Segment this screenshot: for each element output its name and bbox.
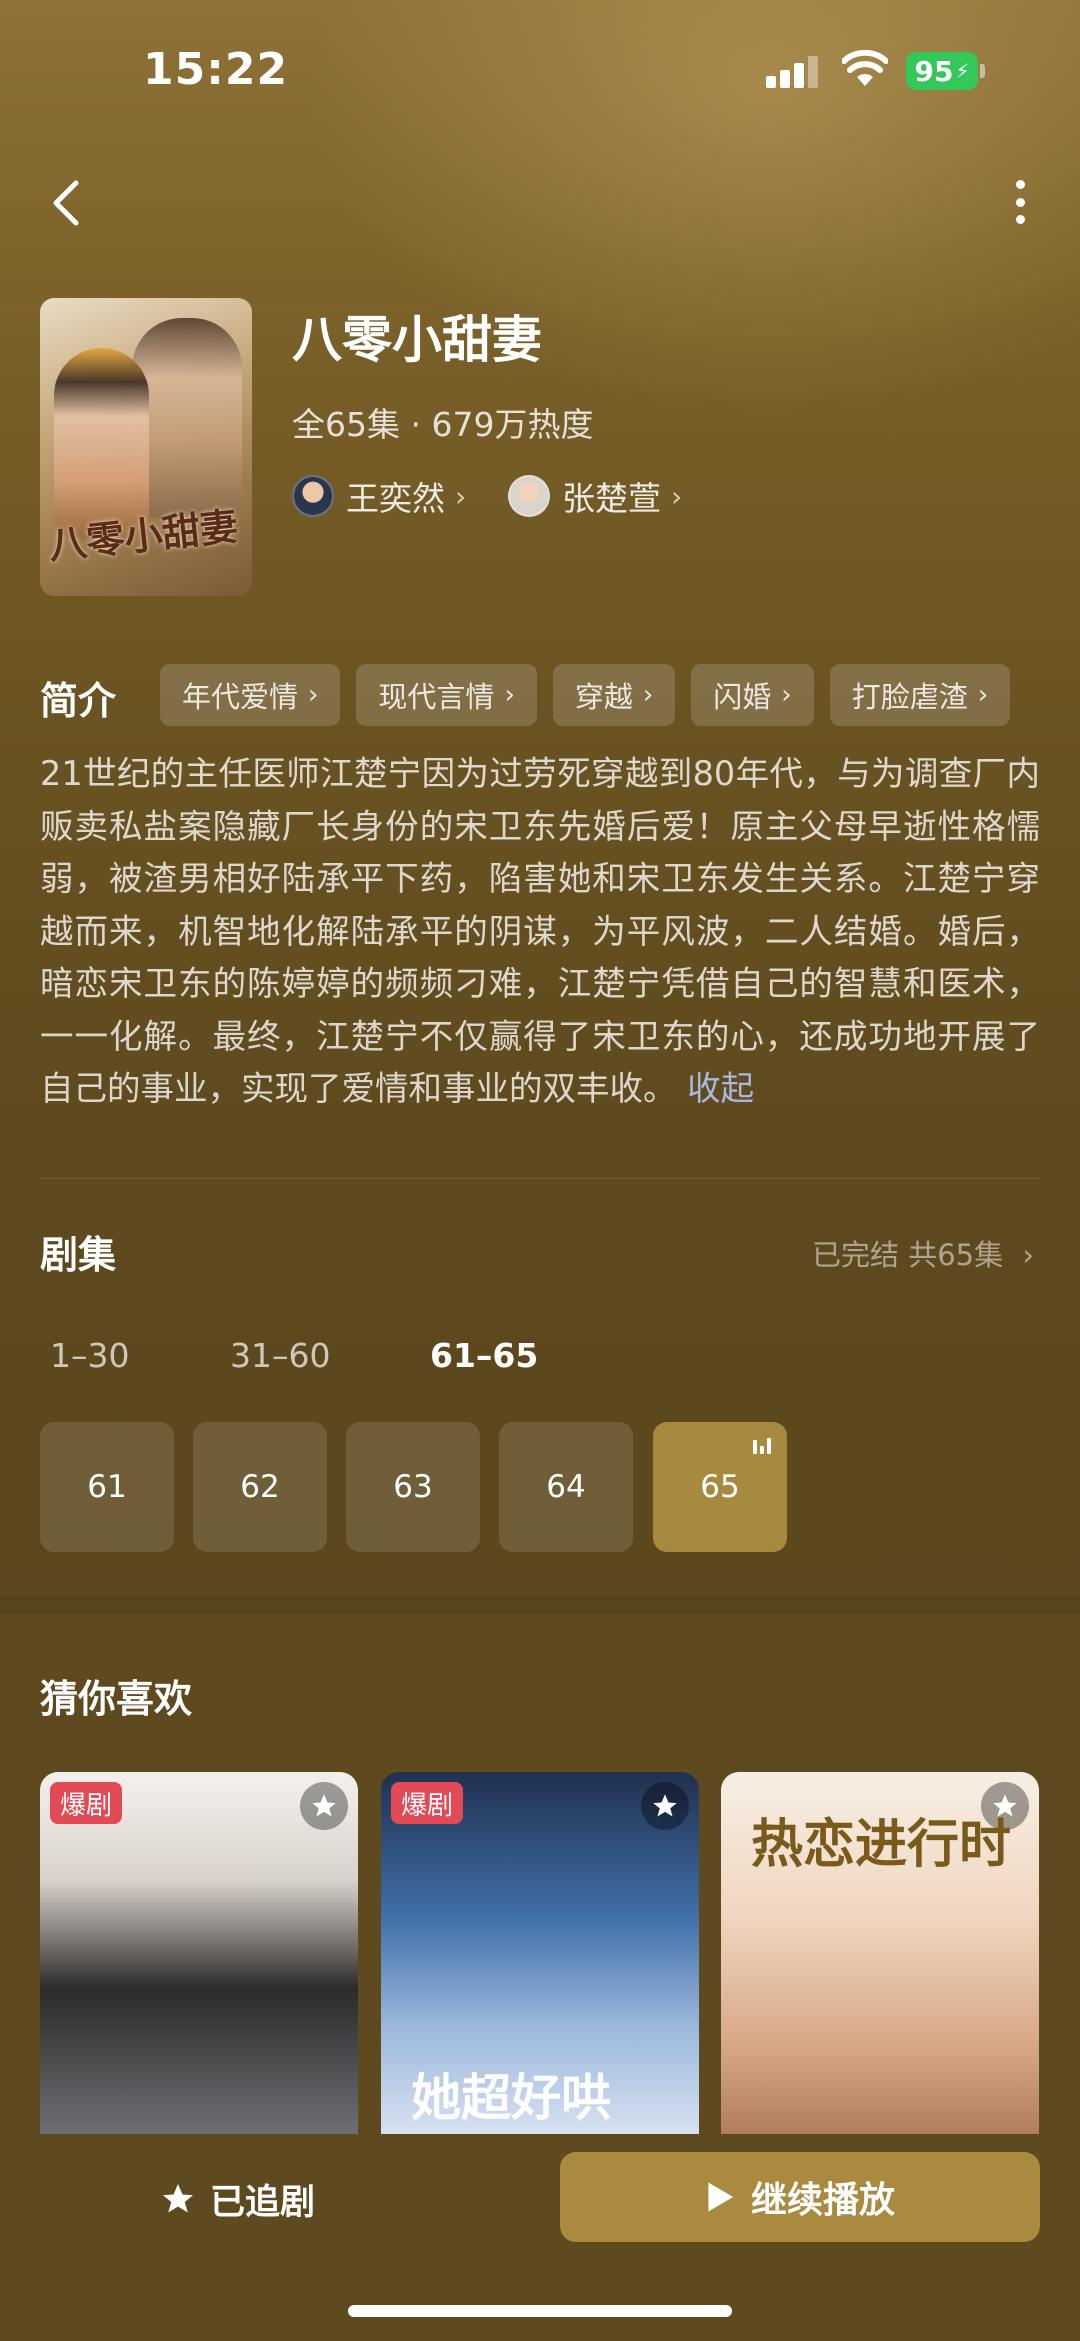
chevron-right-icon: ›	[504, 680, 515, 710]
dot	[1015, 215, 1025, 224]
card-title: 热恋进行时	[751, 1814, 1012, 1875]
followed-button[interactable]: 已追剧	[160, 2162, 315, 2236]
genre-tag[interactable]: 现代言情 ›	[356, 664, 537, 726]
favorite-star-icon[interactable]	[641, 1782, 689, 1830]
episodes-status: 已完结 共65集	[812, 1238, 1004, 1272]
episode-button[interactable]: 64	[499, 1422, 633, 1552]
continue-play-label: 继续播放	[750, 2180, 895, 2221]
genre-tag[interactable]: 打脸虐渣 ›	[829, 664, 1011, 726]
status-time: 15:22	[143, 44, 289, 95]
episode-number: 64	[546, 1469, 586, 1505]
home-indicator[interactable]	[348, 2305, 732, 2317]
hot-badge: 爆剧	[391, 1782, 464, 1824]
cellular-signal-icon	[766, 56, 820, 88]
show-meta: 全65集 · 679万热度	[292, 405, 594, 444]
now-playing-icon	[753, 1438, 771, 1454]
actor-name: 王奕然	[346, 479, 445, 518]
recommend-card[interactable]: 爆剧	[40, 1772, 358, 2134]
synopsis-body: 21世纪的主任医师江楚宁因为过劳死穿越到80年代，与为调查厂内贩卖私盐案隐藏厂长…	[40, 754, 1040, 1108]
wifi-icon	[841, 49, 889, 88]
back-button[interactable]	[40, 168, 90, 238]
recommend-card[interactable]: 爆剧 她超好哄	[381, 1772, 699, 2134]
episode-button-playing[interactable]: 65	[653, 1422, 787, 1552]
actor-name: 张楚萱	[562, 479, 661, 518]
chevron-right-icon: ›	[308, 680, 319, 710]
divider	[40, 1178, 1040, 1179]
range-tab[interactable]: 31–60	[230, 1336, 330, 1375]
actor-avatar	[292, 475, 334, 517]
range-tab[interactable]: 1–30	[50, 1336, 130, 1375]
chevron-right-icon: ›	[977, 680, 989, 710]
episode-number: 65	[700, 1469, 740, 1505]
recommend-heading: 猜你喜欢	[40, 1677, 193, 1721]
collapse-link[interactable]: 收起	[687, 1069, 754, 1108]
show-poster: 八零小甜妻	[40, 298, 252, 596]
more-options-button[interactable]	[1000, 172, 1040, 232]
recommend-card[interactable]: 热恋进行时	[721, 1772, 1039, 2134]
chevron-right-icon: ›	[1022, 1238, 1034, 1272]
battery-cap	[980, 64, 985, 78]
genre-tag[interactable]: 闪婚 ›	[691, 664, 814, 726]
episode-button[interactable]: 63	[346, 1422, 480, 1552]
actor-link-2[interactable]: 张楚萱 ›	[508, 472, 682, 520]
play-icon	[708, 2182, 734, 2212]
synopsis-text: 21世纪的主任医师江楚宁因为过劳死穿越到80年代，与为调查厂内贩卖私盐案隐藏厂长…	[40, 748, 1040, 1116]
dot	[1015, 180, 1025, 189]
episodes-status-link[interactable]: 已完结 共65集 ›	[812, 1232, 1034, 1274]
range-tab-active[interactable]: 61–65	[430, 1336, 538, 1375]
battery-level: 95	[914, 54, 954, 88]
episodes-heading: 剧集	[40, 1233, 117, 1277]
chevron-right-icon: ›	[455, 479, 467, 513]
show-title: 八零小甜妻	[292, 311, 542, 369]
actor-avatar	[508, 475, 550, 517]
favorite-star-icon[interactable]	[300, 1782, 348, 1830]
actor-link-1[interactable]: 王奕然 ›	[292, 472, 466, 520]
chevron-right-icon: ›	[671, 479, 683, 513]
episode-number: 62	[240, 1469, 280, 1505]
genre-tag[interactable]: 穿越 ›	[552, 664, 676, 726]
tag-label: 穿越	[574, 680, 633, 714]
tag-label: 闪婚	[713, 680, 772, 714]
star-icon	[163, 2184, 193, 2213]
chevron-right-icon: ›	[642, 680, 654, 710]
chevron-left-icon	[53, 180, 79, 226]
tag-label: 现代言情	[378, 680, 495, 714]
episode-number: 61	[87, 1469, 127, 1505]
tag-label: 年代爱情	[182, 680, 299, 714]
tag-label: 打脸虐渣	[851, 680, 968, 714]
battery-icon: 95 ⚡	[906, 52, 978, 90]
section-separator	[0, 1596, 1080, 1614]
genre-tag[interactable]: 年代爱情 ›	[160, 664, 341, 726]
episode-number: 63	[393, 1469, 433, 1505]
continue-play-button[interactable]: 继续播放	[560, 2152, 1040, 2242]
followed-label: 已追剧	[210, 2182, 316, 2223]
hot-badge: 爆剧	[50, 1782, 123, 1824]
genre-tags: 年代爱情 › 现代言情 › 穿越 › 闪婚 › 打脸虐渣 ›	[160, 664, 1011, 726]
dot	[1015, 197, 1025, 207]
episode-button[interactable]: 62	[193, 1422, 327, 1552]
card-title: 她超好哄	[411, 2068, 611, 2127]
intro-heading: 简介	[40, 679, 117, 723]
episode-button[interactable]: 61	[40, 1422, 174, 1552]
chevron-right-icon: ›	[781, 680, 792, 710]
